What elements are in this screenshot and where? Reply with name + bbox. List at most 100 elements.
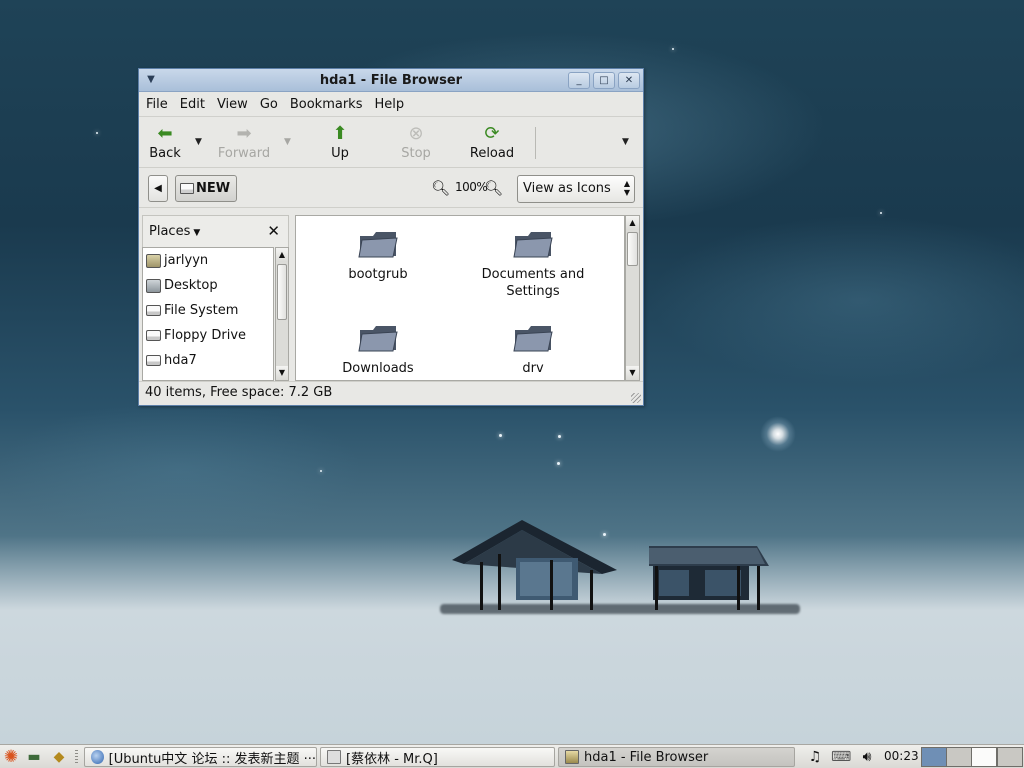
workspace-4[interactable] bbox=[997, 747, 1023, 767]
scroll-up-icon[interactable]: ▲ bbox=[626, 216, 639, 230]
scrollbar-thumb[interactable] bbox=[277, 264, 287, 320]
side-pane: Places ▼ ✕ jarlyyn Desktop File System F… bbox=[142, 215, 289, 381]
ubuntu-menu-icon[interactable]: ✺ bbox=[2, 749, 20, 766]
file-item-documents-settings[interactable]: Documents and Settings bbox=[463, 228, 603, 300]
menu-bar: File Edit View Go Bookmarks Help bbox=[139, 92, 643, 117]
forward-history-dropdown-icon[interactable]: ▼ bbox=[284, 137, 291, 147]
toolbar-separator bbox=[535, 127, 536, 159]
drive-icon bbox=[146, 355, 161, 366]
content-area: Places ▼ ✕ jarlyyn Desktop File System F… bbox=[139, 215, 643, 381]
bottom-panel: ✺ ▬ ◆ [Ubuntu中文 论坛 :: 发表新主题 ··· [蔡依林 - M… bbox=[0, 744, 1024, 768]
up-button[interactable]: ⬆ Up bbox=[311, 123, 369, 161]
place-label: jarlyyn bbox=[164, 253, 209, 268]
place-item-floppy[interactable]: Floppy Drive bbox=[143, 323, 273, 348]
maximize-button[interactable]: □ bbox=[593, 72, 615, 89]
side-pane-header: Places ▼ ✕ bbox=[142, 215, 289, 247]
title-bar[interactable]: ▼ hda1 - File Browser _ □ ✕ bbox=[139, 69, 643, 92]
scroll-up-icon[interactable]: ▲ bbox=[276, 248, 288, 262]
file-name: drv bbox=[522, 361, 544, 376]
launcher-icon[interactable]: ◆ bbox=[50, 749, 68, 765]
task-label: [蔡依林 - Mr.Q] bbox=[346, 751, 438, 767]
close-pane-icon[interactable]: ✕ bbox=[267, 222, 280, 240]
menu-file[interactable]: File bbox=[146, 97, 168, 112]
workspace-1[interactable] bbox=[921, 747, 947, 767]
zoom-level[interactable]: 100% bbox=[455, 180, 488, 194]
place-item-filesystem[interactable]: File System bbox=[143, 298, 273, 323]
view-mode-select[interactable]: View as Icons ▲ ▼ bbox=[517, 175, 635, 203]
file-cabinet-icon bbox=[565, 750, 579, 764]
music-note-icon[interactable]: ♫ bbox=[806, 749, 824, 765]
reload-label: Reload bbox=[469, 146, 515, 161]
zoom-in-icon[interactable]: 🔍︎ bbox=[484, 179, 503, 197]
forward-button[interactable]: ➡ Forward bbox=[215, 123, 273, 161]
clock[interactable]: 00:23 bbox=[884, 749, 919, 763]
back-history-dropdown-icon[interactable]: ▼ bbox=[195, 137, 202, 147]
browser-globe-icon bbox=[91, 750, 104, 764]
places-dropdown[interactable]: Places ▼ bbox=[149, 224, 200, 239]
star bbox=[96, 132, 98, 134]
back-button[interactable]: ⬅ Back bbox=[136, 123, 194, 161]
file-item-drv[interactable]: drv bbox=[463, 322, 603, 377]
place-item-hda7[interactable]: hda7 bbox=[143, 348, 273, 373]
file-name: Documents and Settings bbox=[481, 267, 585, 299]
star bbox=[558, 435, 561, 438]
zoom-out-icon[interactable]: 🔍︎ bbox=[431, 179, 450, 197]
scroll-down-icon[interactable]: ▼ bbox=[276, 366, 288, 380]
taskbar-item-forum[interactable]: [Ubuntu中文 论坛 :: 发表新主题 ··· bbox=[84, 747, 317, 767]
back-arrow-icon: ⬅ bbox=[157, 123, 173, 144]
menu-go[interactable]: Go bbox=[260, 97, 278, 112]
keyboard-icon[interactable]: ⌨ bbox=[831, 749, 851, 765]
place-item-desktop[interactable]: Desktop bbox=[143, 273, 273, 298]
places-list: jarlyyn Desktop File System Floppy Drive… bbox=[142, 247, 274, 381]
file-name: bootgrub bbox=[348, 267, 408, 282]
forward-label: Forward bbox=[217, 146, 271, 161]
location-bar: ◀ NEW 🔍︎ 100% 🔍︎ View as Icons ▲ ▼ bbox=[139, 168, 643, 208]
path-button-current[interactable]: NEW bbox=[175, 175, 237, 202]
moon-glow bbox=[760, 416, 796, 452]
hut-right bbox=[645, 546, 773, 610]
scroll-down-icon[interactable]: ▼ bbox=[626, 366, 639, 380]
minimize-button[interactable]: _ bbox=[568, 72, 590, 89]
stop-button[interactable]: ⊗ Stop bbox=[387, 123, 445, 161]
icon-view: bootgrub Documents and Settings Download… bbox=[295, 215, 625, 381]
document-icon bbox=[327, 750, 341, 764]
reload-button[interactable]: ⟳ Reload bbox=[463, 123, 521, 161]
star bbox=[672, 48, 674, 50]
workspace-2[interactable] bbox=[946, 747, 972, 767]
path-scroll-left-button[interactable]: ◀ bbox=[148, 175, 168, 202]
menu-view[interactable]: View bbox=[217, 97, 248, 112]
menu-bookmarks[interactable]: Bookmarks bbox=[290, 97, 363, 112]
file-item-bootgrub[interactable]: bootgrub bbox=[308, 228, 448, 283]
file-name: Downloads bbox=[342, 361, 414, 376]
hut-left bbox=[452, 520, 622, 612]
toolbar-overflow-icon[interactable]: ▼ bbox=[622, 137, 629, 147]
star bbox=[557, 462, 560, 465]
menu-edit[interactable]: Edit bbox=[180, 97, 205, 112]
icon-view-scrollbar[interactable]: ▲ ▼ bbox=[625, 215, 640, 381]
menu-help[interactable]: Help bbox=[374, 97, 404, 112]
scrollbar-thumb[interactable] bbox=[627, 232, 638, 266]
places-scrollbar[interactable]: ▲ ▼ bbox=[275, 247, 289, 381]
back-label: Back bbox=[149, 146, 181, 161]
show-desktop-icon[interactable]: ▬ bbox=[25, 749, 43, 765]
workspace-3[interactable] bbox=[971, 747, 997, 767]
drive-icon bbox=[180, 183, 194, 194]
drive-icon bbox=[146, 330, 161, 341]
place-item-home[interactable]: jarlyyn bbox=[143, 248, 273, 273]
volume-icon[interactable]: 🔊︎ bbox=[858, 749, 876, 765]
folder-icon bbox=[512, 228, 554, 260]
taskbar-item-music[interactable]: [蔡依林 - Mr.Q] bbox=[320, 747, 555, 767]
up-label: Up bbox=[331, 146, 349, 161]
task-label: [Ubuntu中文 论坛 :: 发表新主题 ··· bbox=[108, 751, 316, 767]
folder-icon bbox=[357, 228, 399, 260]
file-item-downloads[interactable]: Downloads bbox=[308, 322, 448, 377]
panel-handle[interactable] bbox=[75, 750, 78, 764]
reload-icon: ⟳ bbox=[484, 123, 500, 144]
resize-grip[interactable] bbox=[631, 393, 641, 403]
path-button-label: NEW bbox=[196, 181, 231, 196]
folder-icon bbox=[512, 322, 554, 354]
star bbox=[320, 470, 322, 472]
close-window-button[interactable]: ✕ bbox=[618, 72, 640, 89]
toolbar: ⬅ Back ▼ ➡ Forward ▼ ⬆ Up ⊗ Stop ⟳ Reloa… bbox=[139, 117, 643, 168]
taskbar-item-file-browser[interactable]: hda1 - File Browser bbox=[558, 747, 795, 767]
